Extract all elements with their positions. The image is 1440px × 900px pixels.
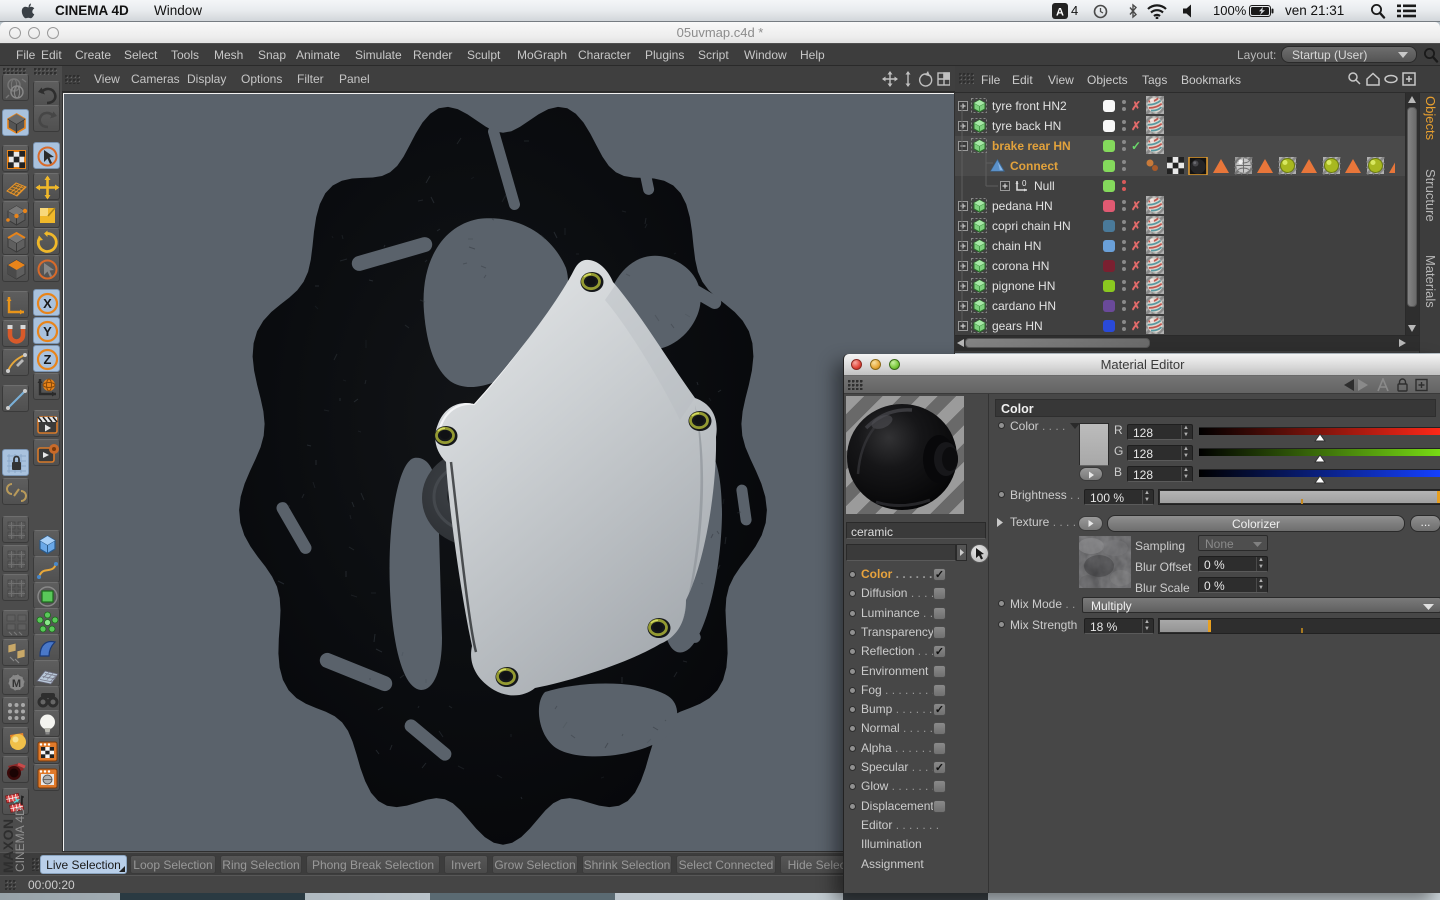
svg-text:Y: Y [43, 324, 52, 339]
svg-text:0: 0 [1022, 179, 1027, 188]
svg-text:X: X [43, 296, 52, 311]
svg-text:Z: Z [44, 352, 52, 367]
svg-text:M: M [12, 678, 21, 690]
svg-text:A: A [1056, 7, 1064, 19]
